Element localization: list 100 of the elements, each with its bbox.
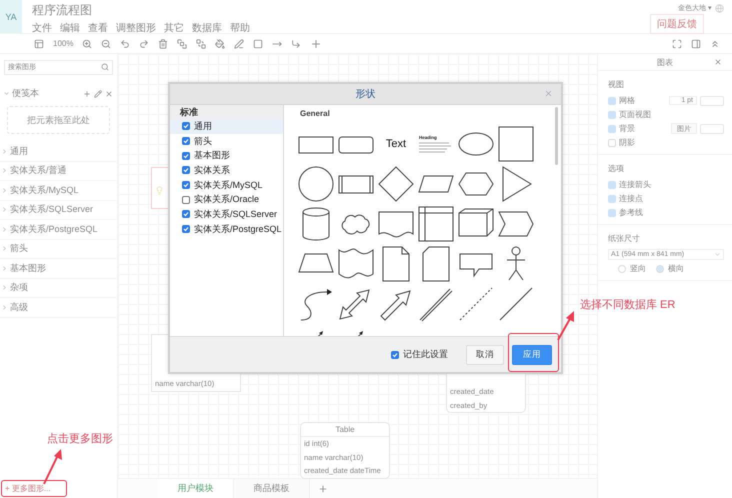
close-icon[interactable] — [544, 89, 553, 98]
option-label: 横向 — [668, 263, 684, 274]
double-line-icon[interactable] — [417, 286, 455, 322]
redo-icon[interactable] — [139, 38, 150, 48]
close-icon[interactable] — [714, 58, 722, 66]
chevron-icon[interactable] — [1, 284, 8, 292]
chevron-icon[interactable] — [1, 226, 8, 233]
checkbox[interactable] — [182, 181, 190, 190]
to-back-icon[interactable] — [196, 38, 206, 48]
waypoint-icon[interactable] — [291, 38, 302, 48]
plus-icon[interactable] — [310, 38, 322, 50]
library-option[interactable]: 箭头 — [170, 134, 283, 148]
feedback-button[interactable]: 问题反馈 — [650, 14, 704, 34]
search-icon[interactable] — [101, 63, 109, 71]
library-item[interactable]: 实体关系/SQLServer — [10, 203, 94, 216]
radio-button[interactable] — [656, 264, 664, 272]
dialog-title: 形状 — [356, 88, 376, 101]
to-front-icon[interactable] — [177, 38, 188, 48]
edit-icon[interactable] — [94, 90, 102, 98]
annotation-arrow — [42, 449, 64, 485]
circle-shape-icon[interactable] — [297, 166, 335, 202]
fullscreen-icon[interactable] — [672, 38, 682, 48]
menu-item[interactable]: 帮助 — [230, 21, 250, 35]
panel-icon[interactable] — [691, 38, 701, 48]
highlight-frame — [1, 480, 67, 497]
option-label: 网格 — [619, 95, 636, 106]
library-option[interactable]: 基本图形 — [170, 148, 283, 164]
library-item[interactable]: 实体关系/普通 — [10, 164, 67, 178]
checkbox[interactable] — [182, 137, 190, 146]
library-option[interactable]: 实体关系/MySQL — [170, 178, 283, 192]
more-shapes-button[interactable]: + 更多图形... — [0, 483, 51, 494]
chevron-icon[interactable] — [1, 167, 8, 174]
close-icon[interactable] — [105, 90, 113, 98]
library-item[interactable]: 基本图形 — [10, 262, 46, 275]
panel-header[interactable]: 图表 — [598, 54, 732, 71]
chevron-icon[interactable] — [1, 206, 8, 214]
library-item[interactable]: 箭头 — [10, 242, 28, 256]
pen-icon[interactable] — [234, 38, 244, 48]
internal-storage-shape-icon[interactable] — [417, 206, 455, 242]
document-title: 程序流程图 — [32, 2, 93, 19]
zoom-out-icon[interactable] — [101, 38, 112, 48]
line-icon[interactable] — [497, 286, 535, 322]
zoom-in-icon[interactable] — [82, 38, 92, 48]
checkbox[interactable] — [182, 225, 190, 234]
drop-area[interactable]: 把元素拖至此处 — [7, 106, 110, 134]
menu-item[interactable]: 数据库 — [192, 21, 222, 35]
scrollbar[interactable] — [555, 107, 558, 165]
checkbox[interactable] — [182, 122, 190, 130]
delete-icon[interactable] — [158, 38, 168, 48]
section-title: 视图 — [608, 79, 625, 90]
chevron-icon[interactable] — [1, 148, 8, 155]
diamond-shape-icon[interactable] — [377, 166, 415, 202]
scratchpad-title[interactable]: 便笺本 — [12, 87, 39, 100]
library-option[interactable]: 实体关系/SQLServer — [170, 207, 283, 222]
library-option[interactable]: 通用 — [170, 119, 283, 134]
checkbox[interactable] — [182, 166, 190, 174]
menu-item[interactable]: 其它 — [164, 21, 184, 35]
cancel-button[interactable]: 取消 — [466, 344, 504, 364]
menu-item[interactable]: 文件 — [32, 21, 52, 35]
checkbox[interactable] — [182, 196, 190, 204]
checkbox[interactable] — [182, 210, 190, 218]
square-shape-icon[interactable] — [497, 126, 535, 162]
layout-icon[interactable] — [34, 38, 44, 48]
color-swatch[interactable] — [700, 96, 724, 106]
chevron-icon[interactable] — [1, 245, 8, 252]
library-item[interactable]: 通用 — [10, 144, 28, 158]
plus-icon[interactable] — [83, 90, 91, 98]
radio-button[interactable] — [618, 264, 626, 272]
chevron-icon[interactable] — [1, 264, 8, 272]
remember-option[interactable]: 记住此设置 — [391, 348, 448, 361]
chevron-icon[interactable] — [3, 90, 10, 97]
highlight-frame — [508, 333, 559, 372]
apply-button[interactable]: 应用 — [512, 344, 552, 364]
color-swatch[interactable] — [700, 124, 724, 134]
library-item[interactable]: 高级 — [10, 300, 28, 314]
checkbox[interactable] — [182, 152, 190, 160]
lightbulb-icon — [155, 186, 164, 195]
undo-icon[interactable] — [120, 38, 130, 48]
annotation-text: 点击更多图形 — [47, 432, 113, 446]
library-item[interactable]: 实体关系/PostgreSQL — [10, 222, 98, 236]
library-option[interactable]: 实体关系/Oracle — [170, 192, 283, 208]
collapse-icon[interactable] — [710, 38, 720, 48]
library-option[interactable]: 实体关系 — [170, 163, 283, 178]
section-title: 纸张尺寸 — [608, 233, 641, 244]
chevron-icon[interactable] — [1, 186, 8, 194]
library-item[interactable]: 杂项 — [10, 281, 28, 294]
menu-item[interactable]: 编辑 — [60, 21, 80, 35]
add-page-icon[interactable] — [318, 484, 328, 494]
menu-item[interactable]: 调整图形 — [116, 21, 156, 35]
chevron-icon[interactable] — [1, 304, 8, 311]
fill-icon[interactable] — [215, 38, 226, 48]
zoom-level[interactable]: 100% — [53, 39, 74, 48]
checkbox[interactable] — [391, 350, 399, 358]
library-item[interactable]: 实体关系/MySQL — [10, 184, 79, 197]
library-option[interactable]: 实体关系/PostgreSQL — [170, 222, 283, 236]
annotation-arrow — [557, 311, 577, 341]
text-shape[interactable]: Text — [386, 138, 406, 150]
avatar[interactable]: YA — [0, 0, 22, 33]
square-icon[interactable] — [253, 38, 264, 48]
menu-item[interactable]: 查看 — [88, 21, 108, 35]
